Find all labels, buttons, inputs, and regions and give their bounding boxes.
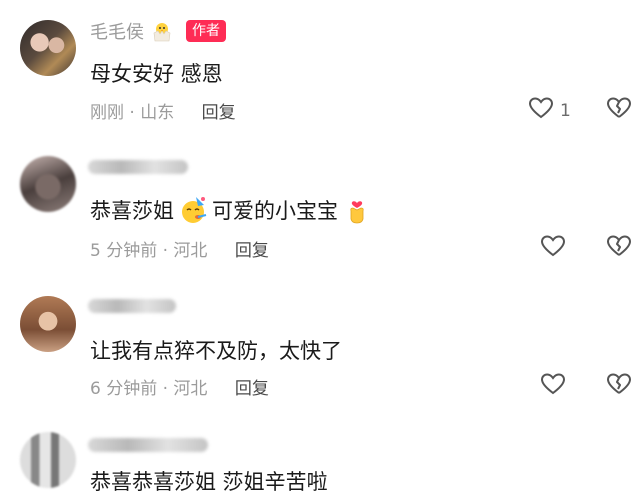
comment-username[interactable] <box>88 160 188 174</box>
dislike-button[interactable] <box>606 372 632 400</box>
dislike-button[interactable] <box>606 234 632 262</box>
reply-button[interactable]: 回复 <box>202 103 236 123</box>
like-button[interactable] <box>540 234 566 263</box>
like-button[interactable]: 1 <box>528 96 571 125</box>
heart-outline-icon <box>540 234 566 263</box>
comment-meta: 6 分钟前 · 河北 回复 <box>90 374 269 399</box>
comment-username[interactable] <box>88 299 176 313</box>
broken-heart-icon <box>606 235 632 262</box>
finger-heart-icon <box>342 195 372 225</box>
like-count: 1 <box>560 100 571 121</box>
party-face-icon <box>178 195 208 225</box>
avatar[interactable] <box>20 156 76 212</box>
broken-heart-icon <box>606 373 632 400</box>
comment-text-part: 可爱的小宝宝 <box>212 199 338 223</box>
comment-meta: 5 分钟前 · 河北 回复 <box>90 236 269 261</box>
comment-text: 恭喜恭喜莎姐 莎姐辛苦啦 <box>90 470 328 494</box>
broken-heart-icon <box>606 97 632 124</box>
hatching-chick-icon <box>150 19 174 43</box>
like-button[interactable] <box>540 372 566 401</box>
comment-meta: 刚刚 · 山东 回复 <box>90 98 236 123</box>
reply-button[interactable]: 回复 <box>235 379 269 399</box>
avatar[interactable] <box>20 20 76 76</box>
author-badge: 作者 <box>186 20 226 42</box>
dislike-button[interactable] <box>606 96 632 124</box>
avatar[interactable] <box>20 296 76 352</box>
comment-username-row: 毛毛侯 作者 <box>90 18 226 44</box>
comment-time-location: 6 分钟前 · 河北 <box>90 379 208 399</box>
heart-outline-icon <box>528 96 554 125</box>
comment-username[interactable]: 毛毛侯 <box>90 18 144 44</box>
heart-outline-icon <box>540 372 566 401</box>
comment-text: 恭喜莎姐 可爱的小宝宝 <box>90 195 372 225</box>
comment-text-part: 恭喜莎姐 <box>90 199 174 223</box>
reply-button[interactable]: 回复 <box>235 241 269 261</box>
comment-time-location: 刚刚 · 山东 <box>90 103 175 123</box>
avatar[interactable] <box>20 432 76 488</box>
comment-username[interactable] <box>88 438 208 452</box>
comment-text: 让我有点猝不及防，太快了 <box>90 339 342 363</box>
comment-time-location: 5 分钟前 · 河北 <box>90 241 208 261</box>
comment-text: 母女安好 感恩 <box>90 62 223 86</box>
